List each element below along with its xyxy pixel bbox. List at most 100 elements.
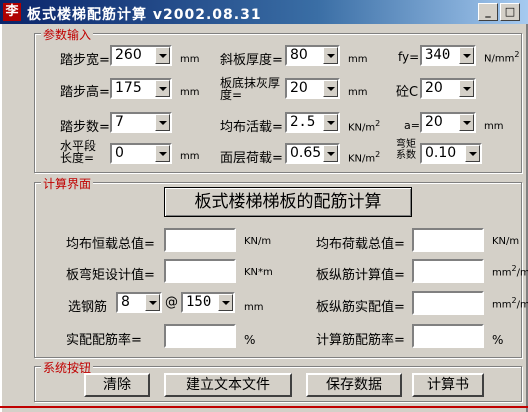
horizontal-len-label: 水平段长度= bbox=[60, 139, 97, 165]
concrete-value: 20 bbox=[425, 80, 443, 96]
rebar-diameter-select[interactable]: 8 bbox=[116, 292, 162, 313]
fy-label: fy= bbox=[398, 50, 420, 64]
horizontal-len-value: 0 bbox=[115, 145, 124, 161]
plaster-thickness-select[interactable]: 20 bbox=[285, 78, 340, 99]
chevron-down-icon[interactable] bbox=[155, 47, 170, 64]
step-width-label: 踏步宽= bbox=[60, 53, 110, 68]
load-total-field[interactable] bbox=[412, 228, 484, 252]
step-count-label: 踏步数= bbox=[60, 120, 110, 135]
moment-coef-value: 0.10 bbox=[425, 145, 457, 161]
horizontal-len-select[interactable]: 0 bbox=[110, 143, 172, 164]
calc-group-label: 计算界面 bbox=[41, 175, 94, 192]
a-label: a= bbox=[404, 119, 420, 132]
step-height-select[interactable]: 175 bbox=[110, 78, 172, 99]
chevron-down-icon[interactable] bbox=[155, 145, 170, 162]
title-bar: 李 板式楼梯配筋计算 v2002.08.31 _ □ bbox=[0, 0, 528, 24]
minimize-button[interactable]: _ bbox=[478, 3, 498, 21]
make-text-file-button[interactable]: 建立文本文件 bbox=[164, 373, 292, 397]
dead-load-total-label: 均布恒载总值= bbox=[66, 237, 155, 252]
live-load-value: 2.5 bbox=[290, 114, 316, 130]
chevron-down-icon[interactable] bbox=[323, 47, 338, 64]
slab-thickness-select[interactable]: 80 bbox=[285, 45, 340, 66]
surface-load-value: 0.65 bbox=[290, 145, 322, 161]
chevron-down-icon[interactable] bbox=[459, 114, 474, 131]
plaster-thickness-value: 20 bbox=[290, 80, 308, 96]
moment-design-label: 板弯矩设计值= bbox=[66, 268, 155, 283]
calc-ratio-field[interactable] bbox=[412, 324, 484, 348]
moment-design-field[interactable] bbox=[164, 259, 236, 283]
moment-design-unit: KN*m bbox=[244, 267, 273, 278]
select-rebar-label: 选钢筋 bbox=[68, 300, 108, 315]
chevron-down-icon[interactable] bbox=[459, 80, 474, 97]
a-unit: mm bbox=[484, 121, 504, 132]
window-title: 板式楼梯配筋计算 v2002.08.31 bbox=[27, 7, 262, 23]
rebar-spacing-unit: mm bbox=[244, 302, 264, 313]
calc-ratio-unit: % bbox=[492, 333, 504, 347]
step-width-unit: mm bbox=[180, 54, 200, 65]
chevron-down-icon[interactable] bbox=[155, 80, 170, 97]
rebar-spacing-value: 150 bbox=[186, 294, 212, 310]
dead-load-total-field[interactable] bbox=[164, 228, 236, 252]
step-count-value: 7 bbox=[115, 114, 124, 130]
params-group-label: 参数输入 bbox=[41, 26, 94, 43]
step-width-select[interactable]: 260 bbox=[110, 45, 172, 66]
fy-select[interactable]: 340 bbox=[420, 45, 476, 66]
chevron-down-icon[interactable] bbox=[323, 114, 338, 131]
long-rebar-actual-label: 板纵筋实配值= bbox=[316, 300, 405, 315]
slab-thickness-unit: mm bbox=[348, 54, 368, 65]
slab-thickness-value: 80 bbox=[290, 47, 308, 63]
plaster-thickness-unit: mm bbox=[348, 87, 368, 98]
actual-ratio-field[interactable] bbox=[164, 324, 236, 348]
long-rebar-actual-unit: mm2/m bbox=[492, 296, 528, 311]
concrete-select[interactable]: 20 bbox=[420, 78, 476, 99]
surface-load-unit: KN/m2 bbox=[348, 150, 381, 165]
chevron-down-icon[interactable] bbox=[218, 294, 233, 311]
surface-load-label: 面层荷载= bbox=[220, 151, 283, 166]
horizontal-len-unit: mm bbox=[180, 151, 200, 162]
status-divider bbox=[0, 406, 528, 408]
moment-coef-select[interactable]: 0.10 bbox=[420, 143, 482, 164]
step-height-value: 175 bbox=[115, 80, 142, 96]
step-height-label: 踏步高= bbox=[60, 85, 110, 100]
maximize-button[interactable]: □ bbox=[500, 3, 520, 21]
slab-thickness-label: 斜板厚度= bbox=[220, 53, 283, 68]
concrete-label: 砼C bbox=[396, 85, 419, 100]
calc-ratio-label: 计算筋配筋率= bbox=[316, 333, 405, 348]
long-rebar-calc-unit: mm2/m bbox=[492, 264, 528, 279]
rebar-diameter-value: 8 bbox=[121, 294, 130, 310]
live-load-label: 均布活载= bbox=[220, 120, 283, 135]
chevron-down-icon[interactable] bbox=[459, 47, 474, 64]
fy-value: 340 bbox=[425, 47, 451, 63]
a-value: 20 bbox=[425, 114, 443, 130]
rebar-spacing-select[interactable]: 150 bbox=[181, 292, 235, 313]
app-icon: 李 bbox=[3, 3, 21, 21]
chevron-down-icon[interactable] bbox=[145, 294, 160, 311]
plaster-thickness-label: 板底抹灰厚度= bbox=[220, 76, 281, 102]
surface-load-select[interactable]: 0.65 bbox=[285, 143, 340, 164]
fy-unit: N/mm2 bbox=[484, 50, 520, 65]
save-data-button[interactable]: 保存数据 bbox=[306, 373, 402, 397]
chevron-down-icon[interactable] bbox=[323, 80, 338, 97]
actual-ratio-label: 实配配筋率= bbox=[66, 333, 142, 348]
load-total-unit: KN/m bbox=[492, 236, 520, 247]
calc-button[interactable]: 板式楼梯梯板的配筋计算 bbox=[164, 187, 412, 217]
a-select[interactable]: 20 bbox=[420, 112, 476, 133]
chevron-down-icon[interactable] bbox=[323, 145, 338, 162]
calc-book-button[interactable]: 计算书 bbox=[412, 373, 484, 397]
actual-ratio-unit: % bbox=[244, 333, 256, 347]
step-width-value: 260 bbox=[115, 47, 142, 63]
long-rebar-calc-field[interactable] bbox=[412, 259, 484, 283]
at-symbol: @ bbox=[165, 295, 178, 310]
chevron-down-icon[interactable] bbox=[465, 145, 480, 162]
dead-load-total-unit: KN/m bbox=[244, 236, 272, 247]
moment-coef-label: 弯矩系数 bbox=[396, 139, 416, 161]
step-height-unit: mm bbox=[180, 87, 200, 98]
live-load-unit: KN/m2 bbox=[348, 119, 381, 134]
chevron-down-icon[interactable] bbox=[155, 114, 170, 131]
long-rebar-actual-field[interactable] bbox=[412, 291, 484, 315]
live-load-select[interactable]: 2.5 bbox=[285, 112, 340, 133]
long-rebar-calc-label: 板纵筋计算值= bbox=[316, 268, 405, 283]
step-count-select[interactable]: 7 bbox=[110, 112, 172, 133]
clear-button[interactable]: 清除 bbox=[84, 373, 150, 397]
load-total-label: 均布荷载总值= bbox=[316, 237, 405, 252]
